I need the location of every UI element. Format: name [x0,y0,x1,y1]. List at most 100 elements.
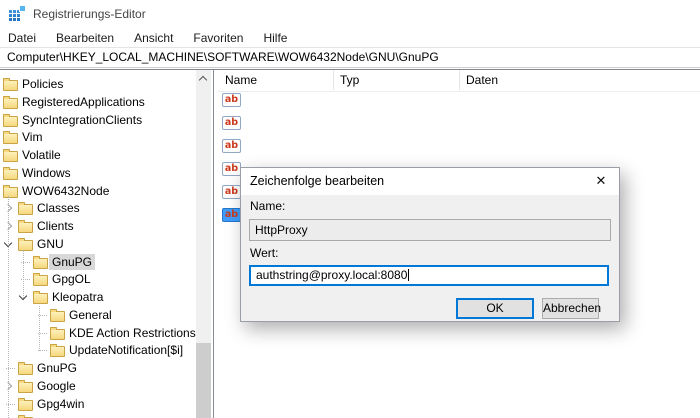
tree-item-updatenotification-i[interactable]: UpdateNotification[$i] [0,342,213,359]
folder-icon [33,255,48,269]
address-bar-input[interactable]: Computer\HKEY_LOCAL_MACHINE\SOFTWARE\WOW… [0,47,700,68]
tree-guide-line [23,250,24,298]
tree-item-gpgol[interactable]: GpgOL [0,271,213,288]
folder-icon [18,237,33,251]
ok-button[interactable]: OK [456,298,534,319]
cancel-button[interactable]: Abbrechen [542,298,601,319]
scroll-up-icon[interactable] [196,70,211,86]
tree-item-policies[interactable]: Policies [0,76,213,93]
tree-item-gnupg[interactable]: GnuPG [0,360,213,377]
tree-item-label: GnuPG [49,253,96,270]
folder-icon [18,397,33,411]
string-value-icon[interactable]: ab [222,162,241,176]
tree-item-label: UpdateNotification[$i] [69,343,184,358]
tree-item-label: Policies [22,77,64,91]
edit-string-dialog: Zeichenfolge bearbeiten ✕ Name: HttpProx… [240,167,620,322]
menu-ansicht[interactable]: Ansicht [124,31,183,45]
folder-icon [33,273,48,287]
column-header-row: Name Typ Daten [218,70,700,92]
folder-icon [50,308,65,322]
tree-item-label: Volatile [22,148,61,162]
tree-item-label: Windows [22,165,71,180]
tree-item-vim[interactable]: Vim [0,129,213,146]
text-caret [408,269,410,281]
string-value-icon[interactable]: ab [222,93,241,107]
folder-icon [18,202,33,216]
tree-item-label: KDE Action Restrictions [69,325,196,340]
name-label: Name: [250,199,286,213]
menu-datei[interactable]: Datei [0,31,46,45]
menu-bearbeiten[interactable]: Bearbeiten [46,31,124,45]
column-header-typ[interactable]: Typ [333,70,460,90]
close-icon[interactable]: ✕ [583,168,619,195]
tree-item-label: GnuPG [37,361,78,375]
registry-grid-icon [9,10,20,21]
registry-editor-window: Registrierungs-Editor Datei Bearbeiten Ans… [0,0,700,418]
string-value-icon[interactable]: ab [222,185,241,199]
tree-item-label: WOW6432Node [22,183,110,198]
folder-icon [18,362,33,375]
folder-icon [3,113,18,127]
column-header-name[interactable]: Name [218,70,334,90]
tree-item-syncintegrationclients[interactable]: SyncIntegrationClients [0,112,213,129]
folder-icon [33,291,48,304]
string-value-icon[interactable]: ab [222,208,241,222]
folder-icon [3,166,18,180]
string-value-icon[interactable]: ab [222,116,241,130]
tree-item-label: GpgOL [52,272,91,287]
window-title: Registrierungs-Editor [33,7,146,21]
tree-guide-line [8,196,9,418]
folder-icon [3,184,18,198]
title-bar: Registrierungs-Editor [0,0,700,28]
main-content: Policies RegisteredApplications SyncIntegr… [0,69,700,418]
dialog-title: Zeichenfolge bearbeiten [250,174,385,188]
tree-item-registeredapplications[interactable]: RegisteredApplications [0,94,213,111]
tree-item-label: Google [37,378,76,393]
name-field[interactable]: HttpProxy [249,219,611,241]
tree-item-kde-action-restrictions[interactable]: KDE Action Restrictions [0,325,213,342]
tree-item-label: GNU [37,236,64,251]
registry-tree: Policies RegisteredApplications SyncIntegr… [0,70,213,418]
tree-item-partial[interactable] [0,413,213,418]
value-input-text: authstring@proxy.local:8080 [256,268,408,282]
tree-item-classes[interactable]: Classes [0,200,213,217]
menu-favoriten[interactable]: Favoriten [183,31,253,45]
column-header-daten[interactable]: Daten [459,70,700,90]
folder-icon [3,95,18,109]
tree-item-label: SyncIntegrationClients [22,112,143,127]
folder-icon [3,149,18,162]
folder-icon [18,220,33,233]
dialog-title-bar: Zeichenfolge bearbeiten ✕ [241,168,619,195]
value-label: Wert: [250,246,279,260]
folder-icon [50,326,65,340]
tree-item-wow6432node[interactable]: WOW6432Node [0,183,213,200]
folder-icon [3,131,18,145]
tree-scrollbar[interactable] [196,70,211,418]
tree-item-google[interactable]: Google [0,378,213,395]
tree-item-label: Gpg4win [37,396,85,411]
tree-item-gnu[interactable]: GNU [0,236,213,253]
tree-guide-line [39,306,40,351]
tree-item-gnupg[interactable]: GnuPG [0,253,213,271]
registry-editor-icon [9,6,25,22]
tree-item-label: Clients [37,219,74,233]
tree-item-label: General [69,307,112,322]
tree-item-volatile[interactable]: Volatile [0,147,213,164]
tree-item-windows[interactable]: Windows [0,165,213,182]
string-value-icon[interactable]: ab [222,139,241,153]
tree-item-label: RegisteredApplications [22,94,145,109]
value-input[interactable]: authstring@proxy.local:8080 [249,265,609,286]
tree-item-label: Vim [22,130,43,145]
tree-item-clients[interactable]: Clients [0,218,213,235]
tree-item-general[interactable]: General [0,307,213,324]
tree-item-label: Classes [37,201,80,216]
registry-grid-dot-icon [20,6,25,11]
menu-bar: Datei Bearbeiten Ansicht Favoriten Hilfe [0,28,700,47]
tree-item-label: Kleopatra [52,290,104,304]
menu-hilfe[interactable]: Hilfe [253,31,297,45]
folder-icon [18,379,33,393]
scrollbar-thumb[interactable] [196,343,211,418]
folder-icon [3,78,18,91]
tree-item-kleopatra[interactable]: Kleopatra [0,289,213,306]
tree-item-gpg4win[interactable]: Gpg4win [0,396,213,413]
